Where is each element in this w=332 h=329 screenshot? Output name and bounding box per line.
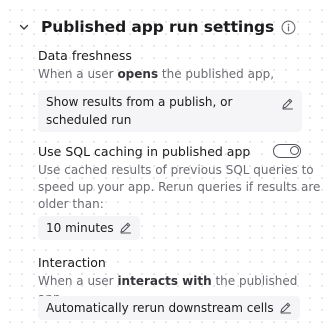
interaction-value: Automatically rerun downstream cells bbox=[46, 301, 274, 315]
published-app-run-settings-panel: Published app run settings Data freshnes… bbox=[0, 0, 332, 329]
data-freshness-description: When a user opens the published app, bbox=[38, 66, 320, 83]
pencil-icon[interactable] bbox=[279, 301, 292, 314]
interaction-desc-before: When a user bbox=[38, 274, 118, 288]
data-freshness-desc-bold: opens bbox=[117, 67, 159, 81]
data-freshness-value: Show results from a publish, or schedule… bbox=[46, 95, 233, 127]
interaction-select[interactable]: Automatically rerun downstream cells bbox=[38, 296, 300, 320]
pencil-icon[interactable] bbox=[281, 97, 294, 110]
interaction-desc-bold: interacts with bbox=[117, 274, 212, 288]
sql-caching-description: Use cached results of previous SQL queri… bbox=[38, 163, 321, 211]
chevron-down-icon[interactable] bbox=[18, 21, 30, 33]
data-freshness-desc-before: When a user bbox=[38, 67, 118, 81]
cache-duration-value: 10 minutes bbox=[46, 221, 114, 235]
cache-duration-select[interactable]: 10 minutes bbox=[38, 216, 140, 240]
toggle-knob bbox=[289, 146, 299, 156]
section-title: Published app run settings bbox=[41, 18, 275, 36]
data-freshness-label: Data freshness bbox=[38, 48, 132, 63]
sql-caching-toggle[interactable] bbox=[273, 144, 301, 158]
data-freshness-select[interactable]: Show results from a publish, or schedule… bbox=[38, 90, 302, 132]
section-header[interactable]: Published app run settings bbox=[18, 14, 296, 40]
pencil-icon[interactable] bbox=[119, 221, 132, 234]
sql-caching-label: Use SQL caching in published app bbox=[38, 144, 251, 159]
info-icon[interactable] bbox=[281, 20, 296, 35]
interaction-label: Interaction bbox=[38, 255, 106, 270]
data-freshness-desc-after: the published app, bbox=[158, 67, 275, 81]
